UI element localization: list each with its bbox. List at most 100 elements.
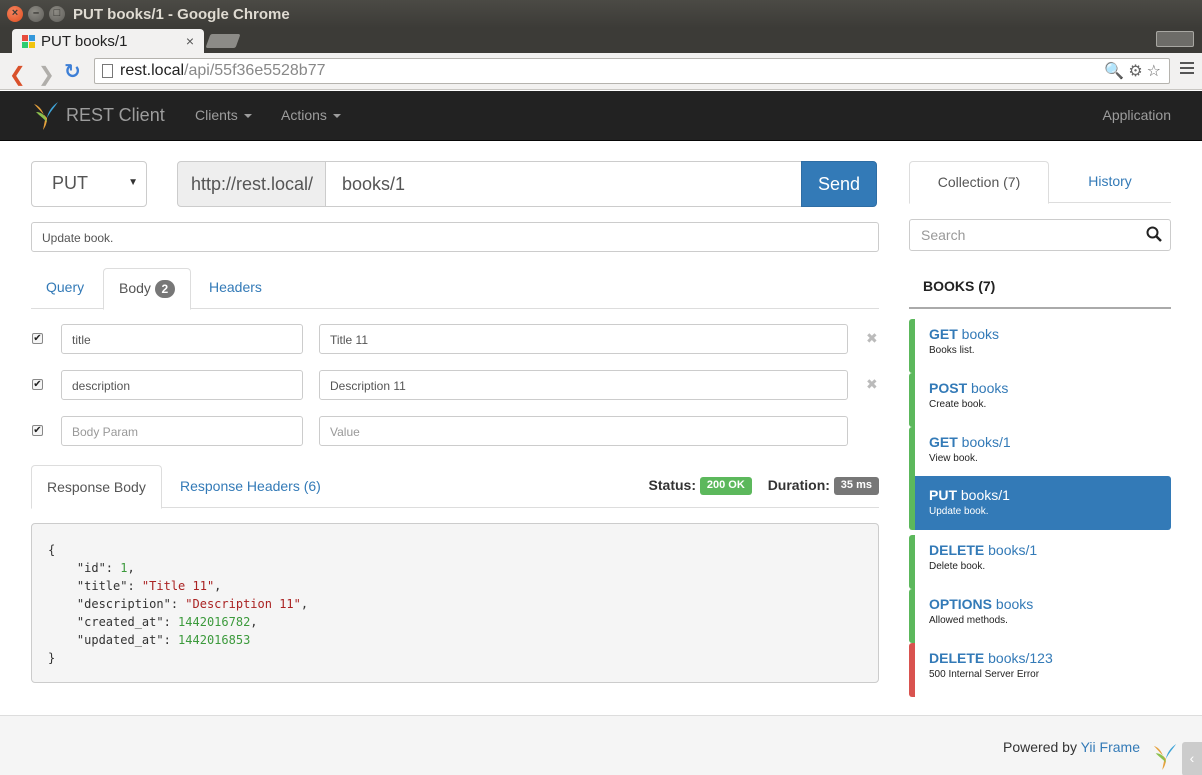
yii-framework-link[interactable]: Yii Frame xyxy=(1081,739,1140,755)
bookmark-star-icon[interactable]: ☆ xyxy=(1147,63,1165,80)
browser-tab[interactable]: PUT books/1 × xyxy=(12,29,204,54)
request-list-item[interactable]: DELETE books/123 500 Internal Server Erro… xyxy=(909,643,1171,697)
request-description: Allowed methods. xyxy=(929,615,1008,626)
request-method: GET xyxy=(929,434,958,450)
browser-menu-icon[interactable] xyxy=(1180,62,1194,78)
json-line: "created_at": 1442016782, xyxy=(48,615,258,629)
tab-response-body[interactable]: Response Body xyxy=(31,465,162,509)
body-param-row: ✔ description Description 11 ✖ xyxy=(31,370,879,400)
new-param-key-input[interactable]: Body Param xyxy=(61,416,303,446)
request-method: DELETE xyxy=(929,542,985,558)
request-description: View book. xyxy=(929,453,978,464)
page-footer: Powered by Yii Frame ‹ xyxy=(0,715,1202,775)
param-enabled-checkbox[interactable]: ✔ xyxy=(32,379,43,390)
tab-close-icon[interactable]: × xyxy=(186,33,194,49)
caret-down-icon xyxy=(243,114,252,119)
back-arrow-icon[interactable]: ❮ xyxy=(9,62,26,87)
window-close-icon[interactable]: × xyxy=(7,6,23,22)
address-url[interactable]: rest.local/api/55f36e5528b77 xyxy=(120,62,326,80)
new-param-value-input[interactable]: Value xyxy=(319,416,848,446)
page-icon xyxy=(102,64,113,78)
request-description: Books list. xyxy=(929,345,975,356)
brand-name[interactable]: REST Client xyxy=(66,105,165,126)
method-select[interactable]: PUT ▼ xyxy=(31,161,147,207)
request-path: books/1 xyxy=(984,542,1038,558)
yii-debug-logo-icon[interactable] xyxy=(1152,740,1178,774)
request-path: books/123 xyxy=(984,650,1053,666)
tab-query[interactable]: Query xyxy=(31,268,99,309)
param-value-input[interactable]: Title 11 xyxy=(319,324,848,354)
tab-body[interactable]: Body 2 xyxy=(103,268,191,310)
zoom-icon[interactable]: 🔍 xyxy=(1104,63,1128,80)
response-meta: Status: 200 OK Duration: 35 ms xyxy=(649,477,879,496)
tab-collection[interactable]: Collection (7) xyxy=(909,161,1049,204)
request-method: PUT xyxy=(929,487,957,503)
description-input[interactable]: Update book. xyxy=(31,222,879,252)
request-description: Update book. xyxy=(929,506,989,517)
request-list-item[interactable]: POST books Create book. xyxy=(909,373,1171,427)
response-tabs: Response Body Response Headers (6) Statu… xyxy=(31,465,879,509)
param-key-input[interactable]: title xyxy=(61,324,303,354)
app-navbar: REST Client Clients Actions Application xyxy=(0,91,1202,141)
request-path: books/1 xyxy=(957,434,1011,450)
response-body: { "id": 1, "title": "Title 11", "descrip… xyxy=(31,523,879,683)
remove-param-icon[interactable]: ✖ xyxy=(866,330,878,347)
request-description: Delete book. xyxy=(929,561,986,572)
tab-response-headers[interactable]: Response Headers (6) xyxy=(165,465,336,508)
caret-down-icon xyxy=(332,114,341,119)
omnibox-actions: 🔍⚙☆ xyxy=(1104,61,1165,81)
extension-icon[interactable]: ⚙ xyxy=(1128,63,1146,80)
window-minimize-icon[interactable]: – xyxy=(28,6,44,22)
request-list-item[interactable]: GET books/1 View book. xyxy=(909,427,1171,481)
request-description: Create book. xyxy=(929,399,987,410)
base-url-addon: http://rest.local/ xyxy=(177,161,326,207)
param-key-input[interactable]: description xyxy=(61,370,303,400)
address-bar[interactable]: rest.local/api/55f36e5528b77 🔍⚙☆ xyxy=(94,58,1170,84)
request-list-item[interactable]: DELETE books/1 Delete book. xyxy=(909,535,1171,589)
json-line: "description": "Description 11", xyxy=(48,597,309,611)
forward-arrow-icon[interactable]: ❯ xyxy=(38,62,55,87)
nav-clients-dropdown[interactable]: Clients xyxy=(195,107,252,123)
request-path: books xyxy=(992,596,1034,612)
remove-param-icon[interactable]: ✖ xyxy=(866,376,878,393)
profile-button[interactable] xyxy=(1156,31,1194,47)
request-method: OPTIONS xyxy=(929,596,993,612)
endpoint-input[interactable]: books/1 xyxy=(325,161,802,207)
param-value-input[interactable]: Description 11 xyxy=(319,370,848,400)
yii-logo-icon[interactable] xyxy=(32,100,60,132)
request-method: POST xyxy=(929,380,968,396)
window-maximize-icon[interactable]: □ xyxy=(49,6,65,22)
json-line: "updated_at": 1442016853 xyxy=(48,633,251,647)
browser-tab-title: PUT books/1 xyxy=(41,33,128,50)
select-arrow-icon: ▼ xyxy=(128,177,138,188)
debug-toggle-chevron-icon[interactable]: ‹ xyxy=(1182,742,1202,775)
nav-actions-dropdown[interactable]: Actions xyxy=(281,107,341,123)
search-icon[interactable] xyxy=(1146,226,1162,242)
request-tabs: Query Body 2 Headers xyxy=(31,268,879,310)
favicon-icon xyxy=(22,35,35,48)
request-method: DELETE xyxy=(929,650,985,666)
new-param-row: ✔ Body Param Value xyxy=(31,416,879,446)
request-list-item[interactable]: PUT books/1 Update book. xyxy=(909,476,1171,530)
tab-headers[interactable]: Headers xyxy=(194,268,277,309)
body-count-badge: 2 xyxy=(154,280,175,299)
request-list-item[interactable]: OPTIONS books Allowed methods. xyxy=(909,589,1171,643)
send-button[interactable]: Send xyxy=(801,161,877,207)
json-line: "title": "Title 11", xyxy=(48,579,222,593)
param-enabled-checkbox[interactable]: ✔ xyxy=(32,333,43,344)
sidebar-search-input[interactable]: Search xyxy=(909,219,1171,251)
tab-history[interactable]: History xyxy=(1049,161,1171,203)
body-param-row: ✔ title Title 11 ✖ xyxy=(31,324,879,354)
request-list-item[interactable]: GET books Books list. xyxy=(909,319,1171,373)
browser-toolbar: ❮ ❯ ↻ rest.local/api/55f36e5528b77 🔍⚙☆ xyxy=(0,53,1202,90)
param-enabled-checkbox[interactable]: ✔ xyxy=(32,425,43,436)
reload-icon[interactable]: ↻ xyxy=(64,59,81,84)
window-titlebar: × – □ PUT books/1 - Google Chrome xyxy=(0,0,1202,28)
request-method: GET xyxy=(929,326,958,342)
collection-group-title[interactable]: BOOKS (7) xyxy=(909,269,1171,309)
footer-text: Powered by Yii Frame xyxy=(1003,739,1140,755)
window-title: PUT books/1 - Google Chrome xyxy=(73,6,290,23)
nav-application-link[interactable]: Application xyxy=(1103,107,1172,123)
sidebar-tabs: Collection (7) History xyxy=(909,161,1171,204)
new-tab-button[interactable] xyxy=(205,34,241,48)
